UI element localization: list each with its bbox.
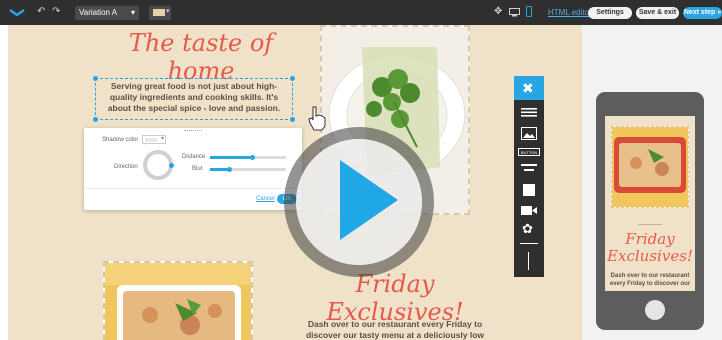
direction-label: Direction	[114, 164, 138, 170]
mobile-heading-line: Friday	[625, 230, 675, 248]
desktop-view-icon[interactable]	[509, 8, 520, 17]
mobile-heading: Friday Exclusives!	[605, 231, 695, 265]
direction-dial[interactable]	[143, 150, 174, 180]
top-toolbar: ↶ ↷ Variation A ▾ ▾ ✥ HTML editor Settin…	[0, 0, 722, 25]
mobile-heading-line: Exclusives!	[607, 247, 693, 265]
save-exit-button[interactable]: Save & exit	[636, 7, 679, 19]
blur-label: Blur	[192, 166, 203, 172]
resize-handle[interactable]	[93, 117, 98, 122]
mobile-preview-screen[interactable]: Friday Exclusives! Dash over to our rest…	[605, 116, 695, 291]
friday-paragraph-line: Dash over to our restaurant every Friday…	[307, 319, 483, 329]
shadow-color-label: Shadow color	[102, 137, 139, 143]
distance-slider[interactable]	[210, 156, 286, 159]
intro-paragraph[interactable]: Serving great food is not just about hig…	[98, 81, 290, 114]
drag-handle[interactable]	[184, 130, 202, 133]
play-icon[interactable]	[340, 160, 398, 240]
divider-icon[interactable]	[520, 163, 538, 175]
tools-icon: ✖	[522, 80, 534, 96]
shadow-settings-panel: Shadow color ▾ Direction Distance Blur C…	[84, 128, 302, 210]
background-color-swatch	[153, 9, 165, 16]
mobile-pie-photo	[611, 126, 689, 208]
hand-cursor-icon	[308, 106, 326, 131]
html-editor-link[interactable]: HTML editor	[548, 8, 592, 18]
chevron-down-icon: ▾	[166, 8, 170, 15]
cancel-link[interactable]: Cancel	[256, 196, 275, 202]
friday-paragraph[interactable]: Dash over to our restaurant every Friday…	[290, 319, 500, 340]
logo-icon[interactable]	[9, 7, 25, 18]
friday-heading[interactable]: Friday Exclusives!	[290, 270, 500, 326]
twitter-icon[interactable]: ✿	[522, 221, 533, 237]
text-icon[interactable]	[520, 107, 538, 119]
variation-select[interactable]: Variation A ▾	[75, 6, 139, 20]
friday-paragraph-line: discover our tasty menu at a deliciously…	[305, 330, 485, 340]
spacer-icon[interactable]	[522, 183, 536, 197]
mobile-view-icon[interactable]	[526, 6, 532, 18]
distance-slider-fill	[210, 156, 252, 159]
chevron-down-icon: ▾	[160, 136, 164, 142]
direction-handle[interactable]	[169, 163, 174, 168]
video-icon[interactable]	[520, 205, 538, 216]
pie-photo[interactable]	[103, 261, 253, 340]
page-title[interactable]: The taste of home	[96, 29, 306, 85]
ornament-divider	[638, 220, 662, 225]
mobile-paragraph-line: Dash over to our restaurant	[610, 273, 690, 279]
resize-handle[interactable]	[290, 117, 295, 122]
redo-icon[interactable]: ↷	[52, 7, 60, 17]
distance-label: Distance	[182, 154, 206, 160]
undo-icon[interactable]: ↶	[37, 7, 45, 17]
shadow-color-picker[interactable]: ▾	[142, 135, 166, 144]
vertical-line-icon[interactable]	[528, 252, 529, 270]
mobile-pie-image	[612, 127, 688, 207]
image-icon[interactable]	[521, 127, 537, 140]
blur-slider-knob[interactable]	[227, 167, 232, 172]
resize-handle[interactable]	[290, 76, 295, 81]
tools-button[interactable]: ✖	[514, 76, 544, 100]
settings-button[interactable]: Settings	[588, 7, 632, 19]
move-icon[interactable]: ✥	[494, 7, 502, 17]
distance-slider-knob[interactable]	[249, 155, 255, 160]
phone-home-button	[645, 300, 665, 320]
blur-slider[interactable]	[210, 168, 286, 171]
mobile-paragraph-line: every Friday to discover our	[609, 281, 691, 287]
divider	[84, 188, 302, 189]
chevron-down-icon: ▾	[130, 8, 135, 17]
shadow-color-swatch	[145, 138, 157, 142]
button-icon[interactable]: BUTTON	[518, 148, 540, 156]
mobile-paragraph: Dash over to our restaurant every Friday…	[605, 272, 695, 288]
line-icon[interactable]	[520, 243, 538, 244]
pie-image	[105, 263, 251, 340]
next-step-button[interactable]: Next step »	[683, 7, 722, 19]
variation-select-value: Variation A	[79, 8, 118, 17]
